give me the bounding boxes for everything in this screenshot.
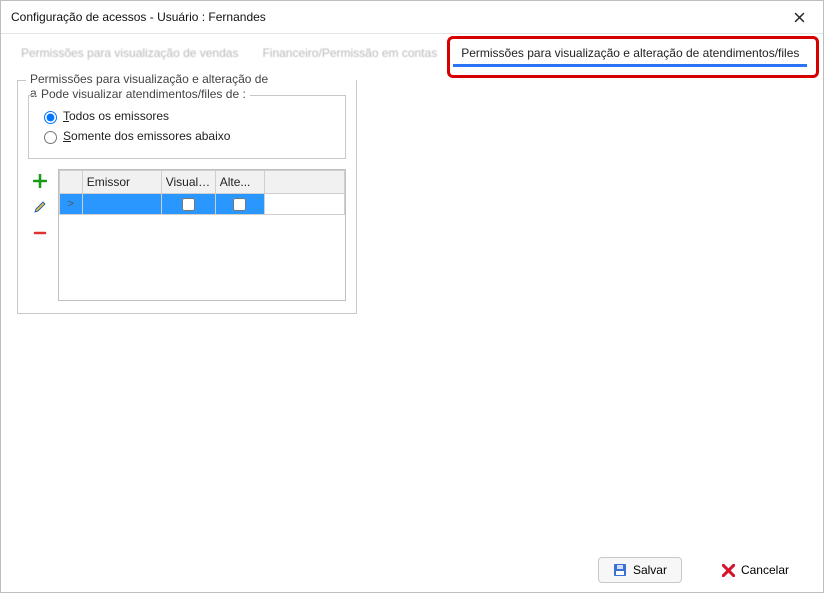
save-button[interactable]: Salvar <box>598 557 682 583</box>
permissions-fieldset: Permissões para visualização e alteração… <box>17 80 357 314</box>
emissores-table[interactable]: Emissor Visuali... Alte... > <box>58 169 346 301</box>
cell-alterar[interactable] <box>215 194 264 215</box>
tab-atendimentos[interactable]: Permissões para visualização e alteração… <box>453 42 807 64</box>
col-visualizar[interactable]: Visuali... <box>161 171 215 194</box>
close-button[interactable] <box>785 3 813 31</box>
radio-somente-text: omente dos emissores abaixo <box>71 129 230 143</box>
checkbox-visualizar[interactable] <box>182 198 195 211</box>
radio-todos-text: odos os emissores <box>69 109 169 123</box>
edit-row-button[interactable] <box>30 197 50 217</box>
cell-visualizar[interactable] <box>161 194 215 215</box>
radio-row-somente[interactable]: Somente dos emissores abaixo <box>39 128 335 144</box>
content-area: Permissões para visualização e alteração… <box>1 64 823 314</box>
col-spacer <box>264 171 344 194</box>
tab-bar: Permissões para visualização de vendas F… <box>1 34 823 64</box>
radio-todos-label: Todos os emissores <box>63 109 169 123</box>
cell-spacer <box>264 194 344 215</box>
radio-somente-mnemonic: S <box>63 129 71 143</box>
table-row[interactable]: > <box>59 194 344 215</box>
cancel-icon <box>722 564 735 577</box>
active-tab-underline <box>453 64 807 67</box>
radio-row-todos[interactable]: Todos os emissores <box>39 108 335 124</box>
cell-emissor[interactable] <box>82 194 161 215</box>
tab-vendas[interactable]: Permissões para visualização de vendas <box>13 42 246 64</box>
save-icon <box>613 563 627 577</box>
grid-toolbar <box>28 169 52 301</box>
col-alterar[interactable]: Alte... <box>215 171 264 194</box>
checkbox-alterar[interactable] <box>233 198 246 211</box>
plus-icon <box>33 174 47 188</box>
row-indicator: > <box>59 194 82 215</box>
remove-row-button[interactable] <box>30 223 50 243</box>
window-root: Configuração de acessos - Usuário : Fern… <box>0 0 824 593</box>
add-row-button[interactable] <box>30 171 50 191</box>
subfieldset-legend: Pode visualizar atendimentos/files de : <box>37 87 250 101</box>
visualization-subfieldset: Pode visualizar atendimentos/files de : … <box>28 95 346 159</box>
col-emissor[interactable]: Emissor <box>82 171 161 194</box>
cancel-button[interactable]: Cancelar <box>708 558 803 582</box>
col-indicator <box>59 171 82 194</box>
footer: Salvar Cancelar <box>1 548 823 592</box>
window-title: Configuração de acessos - Usuário : Fern… <box>11 10 266 24</box>
save-button-label: Salvar <box>633 563 667 577</box>
radio-somente-label: Somente dos emissores abaixo <box>63 129 230 143</box>
tab-financeiro[interactable]: Financeiro/Permissão em contas <box>254 42 445 64</box>
close-icon <box>794 12 805 23</box>
radio-somente[interactable] <box>44 131 57 144</box>
radio-todos[interactable] <box>44 111 57 124</box>
pencil-icon <box>33 200 47 214</box>
minus-icon <box>33 226 47 240</box>
grid-area: Emissor Visuali... Alte... > <box>28 169 346 301</box>
tab-outros[interactable]: Outros <box>815 42 824 64</box>
cancel-button-label: Cancelar <box>741 563 789 577</box>
titlebar: Configuração de acessos - Usuário : Fern… <box>1 1 823 34</box>
